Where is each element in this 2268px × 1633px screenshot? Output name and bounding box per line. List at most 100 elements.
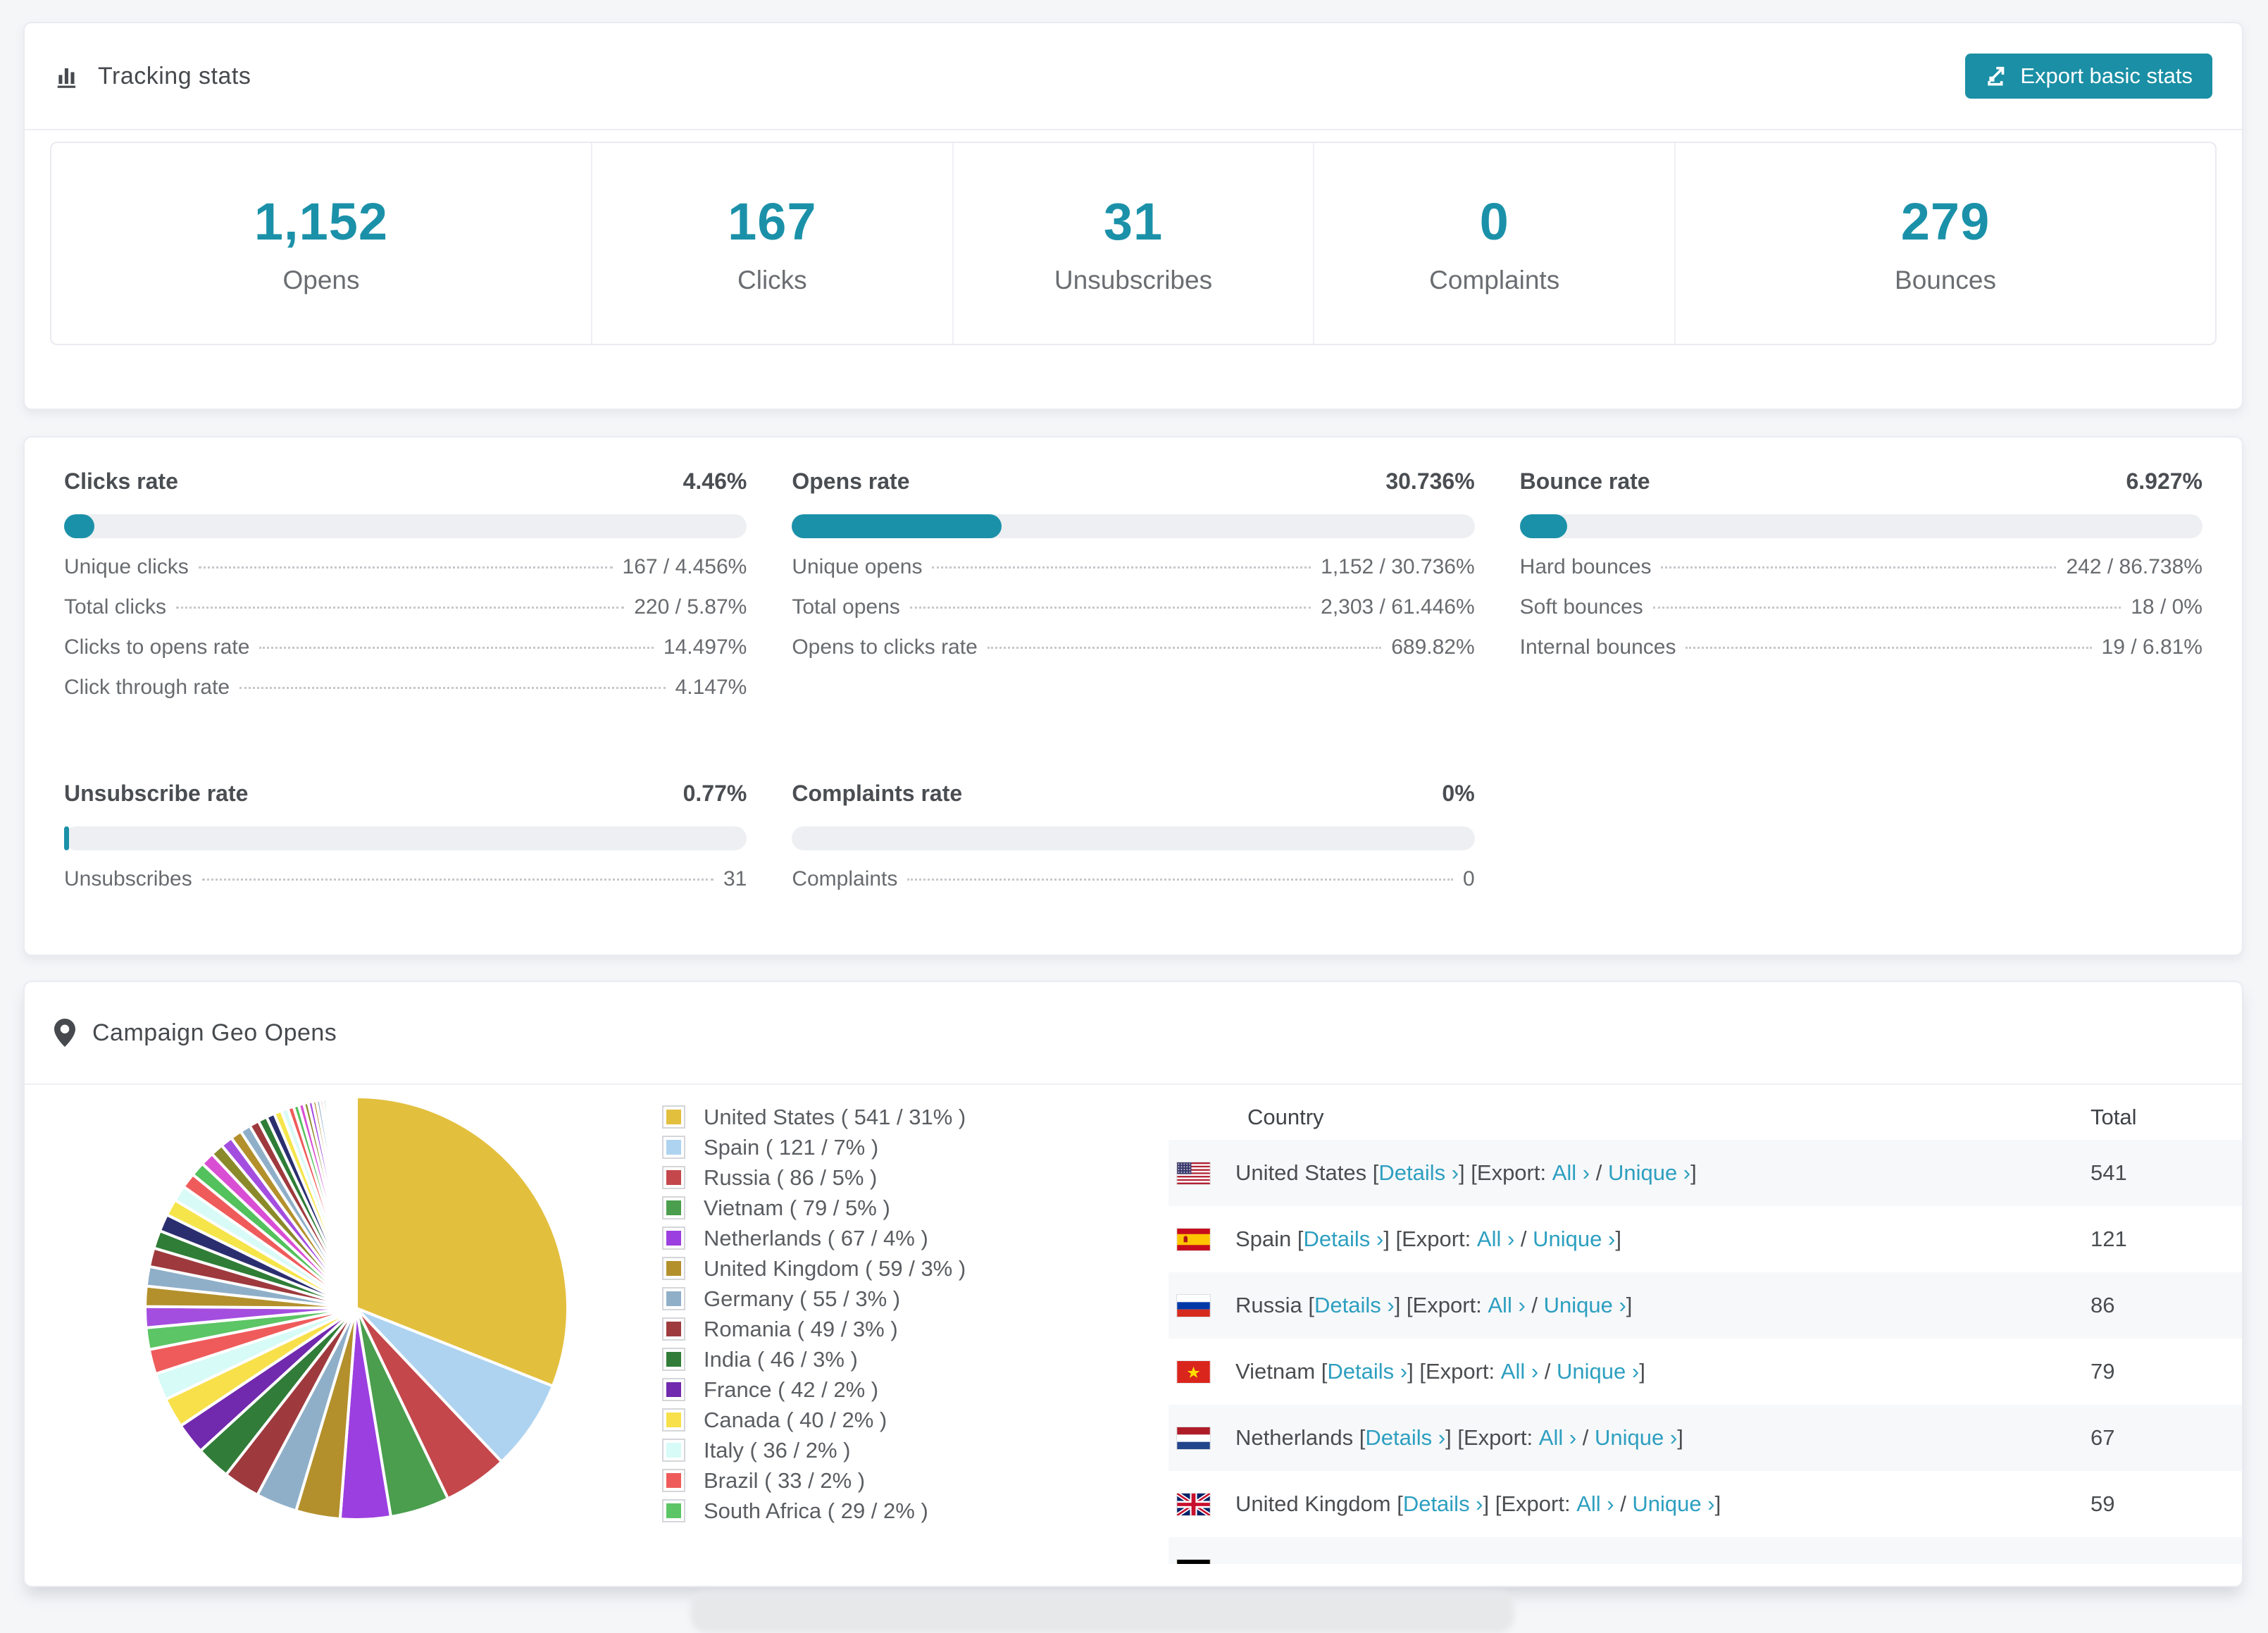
legend-item[interactable]: Germany ( 55 / 3% ): [662, 1284, 966, 1314]
table-row: Vietnam [Details ›] [Export: All › / Uni…: [1169, 1339, 2242, 1405]
stat-clicks-value: 167: [728, 192, 817, 251]
legend-item[interactable]: Canada ( 40 / 2% ): [662, 1405, 966, 1435]
legend-item[interactable]: Russia ( 86 / 5% ): [662, 1162, 966, 1193]
details-link[interactable]: Details ›: [1378, 1160, 1459, 1186]
bracket: ]: [1677, 1425, 1683, 1450]
details-link[interactable]: Details ›: [1327, 1359, 1407, 1384]
bracket: ] [: [1445, 1425, 1464, 1450]
legend-item[interactable]: Brazil ( 33 / 2% ): [662, 1465, 966, 1496]
details-link[interactable]: Details ›: [1365, 1425, 1445, 1451]
export-all-link[interactable]: All ›: [1488, 1293, 1525, 1318]
separator: /: [1590, 1160, 1608, 1185]
legend-item[interactable]: Vietnam ( 79 / 5% ): [662, 1193, 966, 1223]
complaints-rate-value: 0%: [1442, 781, 1475, 806]
bounce-rate-progressbar: [1519, 514, 2202, 538]
unsubscribe-rate-value: 0.77%: [683, 781, 747, 806]
bracket: [: [1397, 1491, 1403, 1516]
rate-detail-row: Unique clicks 167 / 4.456%: [64, 555, 747, 578]
bracket: [: [1308, 1293, 1314, 1317]
export-unique-link[interactable]: Unique ›: [1557, 1359, 1639, 1384]
legend-label: Spain ( 121 / 7% ): [704, 1134, 879, 1160]
flag-germany-icon: [1177, 1559, 1210, 1564]
stat-unsubscribes-value: 31: [1103, 192, 1164, 251]
legend-label: Italy ( 36 / 2% ): [704, 1437, 851, 1463]
rate-detail-row: Unsubscribes 31: [64, 867, 747, 890]
legend-item[interactable]: France ( 42 / 2% ): [662, 1374, 966, 1405]
stat-opens-value: 1,152: [254, 192, 389, 251]
rate-detail-row: Click through rate 4.147%: [64, 676, 747, 699]
stat-bounces-label: Bounces: [1895, 266, 1997, 294]
country-name: United Kingdom: [1235, 1491, 1397, 1516]
stat-opens: 1,152 Opens: [51, 143, 592, 344]
export-label: Export:: [1402, 1227, 1477, 1251]
details-link[interactable]: Details ›: [1304, 1227, 1384, 1252]
export-label: Export:: [1463, 1425, 1539, 1450]
export-all-link[interactable]: All ›: [1552, 1160, 1590, 1186]
export-all-link[interactable]: All ›: [1501, 1359, 1538, 1384]
stat-bounces: 279 Bounces: [1676, 143, 2215, 344]
export-unique-link[interactable]: Unique ›: [1595, 1425, 1677, 1451]
bracket: ]: [1690, 1160, 1697, 1185]
bracket: ] [: [1383, 1227, 1402, 1251]
legend-label: India ( 46 / 3% ): [704, 1346, 858, 1372]
export-unique-link[interactable]: Unique ›: [1632, 1491, 1714, 1517]
export-label: Export:: [1425, 1359, 1501, 1384]
country-name: Netherlands: [1235, 1425, 1359, 1450]
legend-label: United States ( 541 / 31% ): [704, 1104, 966, 1129]
legend-label: Canada ( 40 / 2% ): [704, 1407, 887, 1432]
details-link[interactable]: Details ›: [1403, 1491, 1483, 1517]
complaints-rate-title: Complaints rate: [792, 781, 963, 806]
rate-detail-row: Unique opens 1,152 / 30.736%: [792, 555, 1475, 578]
legend-label: France ( 42 / 2% ): [704, 1377, 879, 1402]
legend-swatch-icon: [662, 1166, 685, 1189]
legend-swatch-icon: [662, 1439, 685, 1462]
tracking-stats-title-text: Tracking stats: [98, 62, 251, 89]
clicks-rate-progressbar: [64, 514, 747, 538]
export-basic-stats-button[interactable]: Export basic stats: [1965, 54, 2212, 99]
legend-swatch-icon: [662, 1499, 685, 1522]
legend-label: Romania ( 49 / 3% ): [704, 1316, 898, 1341]
unsubscribe-rate-block: Unsubscribe rate 0.77% Unsubscribes 31: [64, 781, 747, 907]
stat-clicks: 167 Clicks: [592, 143, 954, 344]
bracket: ]: [1639, 1359, 1645, 1384]
export-unique-link[interactable]: Unique ›: [1533, 1227, 1615, 1252]
geo-title: Campaign Geo Opens: [54, 1018, 337, 1048]
rate-detail-row: Hard bounces 242 / 86.738%: [1519, 555, 2202, 578]
unsubscribe-rate-progressbar: [64, 826, 747, 850]
country-name: Vietnam: [1235, 1359, 1321, 1384]
legend-item[interactable]: Italy ( 36 / 2% ): [662, 1435, 966, 1465]
legend-item[interactable]: United States ( 541 / 31% ): [662, 1102, 966, 1132]
export-unique-link[interactable]: Unique ›: [1544, 1293, 1626, 1318]
rates-card: Clicks rate 4.46% Unique clicks 167 / 4.4…: [23, 436, 2243, 956]
bracket: ] [: [1459, 1160, 1477, 1185]
export-all-link[interactable]: All ›: [1477, 1227, 1514, 1252]
stat-clicks-label: Clicks: [737, 266, 807, 294]
bounce-rate-block: Bounce rate 6.927% Hard bounces 242 / 86.…: [1519, 468, 2202, 716]
column-header-country: Country: [1247, 1105, 1324, 1129]
legend-swatch-icon: [662, 1257, 685, 1280]
legend-label: Vietnam ( 79 / 5% ): [704, 1195, 890, 1220]
rate-detail-row: Complaints 0: [792, 867, 1475, 890]
opens-rate-value: 30.736%: [1385, 468, 1475, 494]
separator: /: [1538, 1359, 1557, 1384]
geo-pie-chart[interactable]: [124, 1076, 589, 1541]
legend-item[interactable]: Romania ( 49 / 3% ): [662, 1314, 966, 1344]
legend-item[interactable]: India ( 46 / 3% ): [662, 1344, 966, 1374]
stat-unsubscribes: 31 Unsubscribes: [954, 143, 1315, 344]
legend-item[interactable]: United Kingdom ( 59 / 3% ): [662, 1253, 966, 1284]
legend-item[interactable]: Netherlands ( 67 / 4% ): [662, 1223, 966, 1253]
total-value: 121: [2091, 1227, 2127, 1251]
stats-row: 1,152 Opens 167 Clicks 31 Unsubscribes 0…: [50, 142, 2217, 345]
details-link[interactable]: Details ›: [1314, 1293, 1395, 1318]
export-all-link[interactable]: All ›: [1576, 1491, 1614, 1517]
opens-rate-block: Opens rate 30.736% Unique opens 1,152 / 3…: [792, 468, 1475, 716]
export-unique-link[interactable]: Unique ›: [1608, 1160, 1690, 1186]
export-all-link[interactable]: All ›: [1539, 1425, 1576, 1451]
bracket: [: [1297, 1227, 1304, 1251]
legend-item[interactable]: South Africa ( 29 / 2% ): [662, 1496, 966, 1526]
export-icon: [1985, 64, 2009, 88]
opens-rate-title: Opens rate: [792, 468, 910, 494]
next-section-shadow: [690, 1591, 1514, 1633]
legend-item[interactable]: Spain ( 121 / 7% ): [662, 1132, 966, 1162]
rate-detail-row: Total opens 2,303 / 61.446%: [792, 595, 1475, 619]
